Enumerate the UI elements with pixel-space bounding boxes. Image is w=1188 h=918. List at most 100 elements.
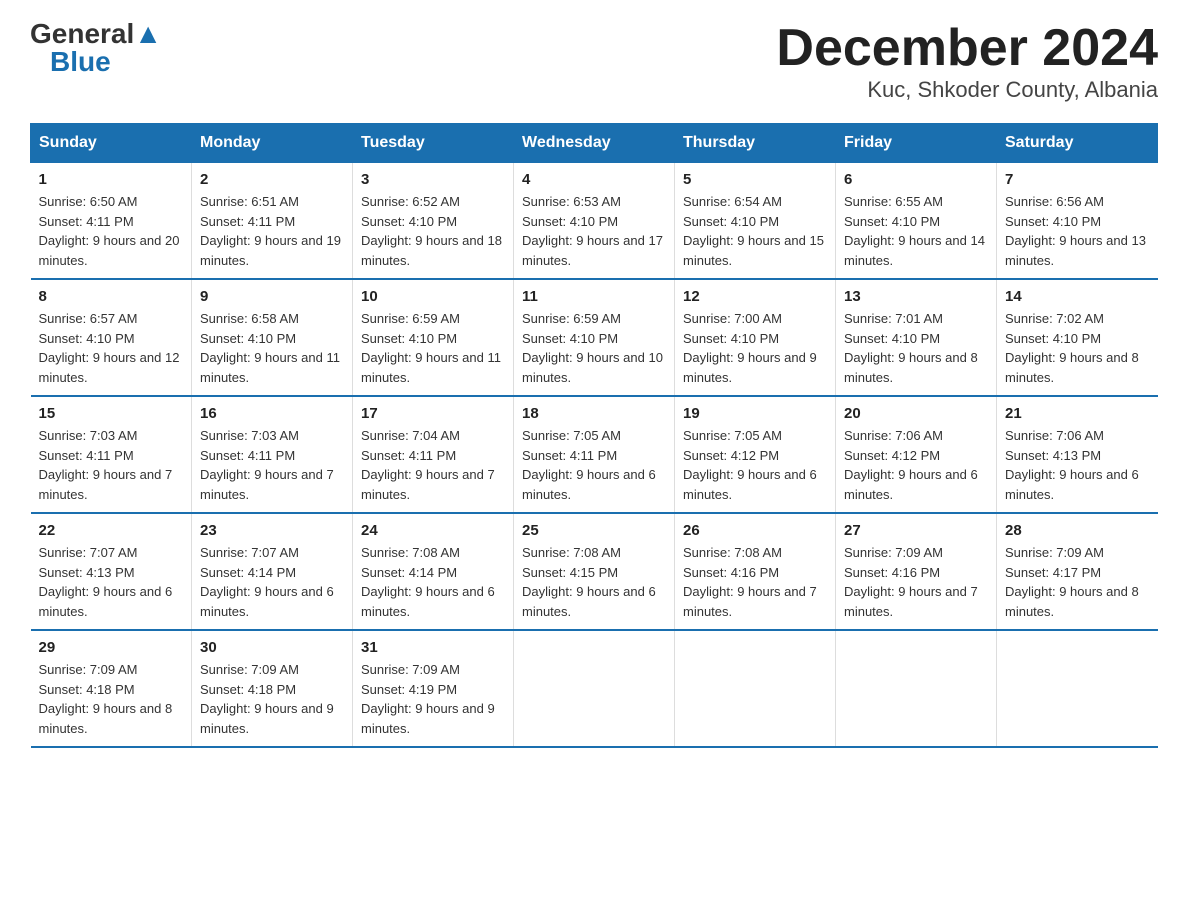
calendar-cell: 23 Sunrise: 7:07 AM Sunset: 4:14 PM Dayl… [192,513,353,630]
day-info: Sunrise: 7:01 AM Sunset: 4:10 PM Dayligh… [844,309,988,387]
day-number: 3 [361,171,505,188]
day-info: Sunrise: 7:05 AM Sunset: 4:12 PM Dayligh… [683,426,827,504]
day-info: Sunrise: 6:59 AM Sunset: 4:10 PM Dayligh… [361,309,505,387]
calendar-cell: 30 Sunrise: 7:09 AM Sunset: 4:18 PM Dayl… [192,630,353,747]
day-number: 15 [39,405,184,422]
calendar-cell: 11 Sunrise: 6:59 AM Sunset: 4:10 PM Dayl… [514,279,675,396]
day-number: 29 [39,639,184,656]
day-number: 24 [361,522,505,539]
calendar-cell: 4 Sunrise: 6:53 AM Sunset: 4:10 PM Dayli… [514,163,675,280]
day-number: 26 [683,522,827,539]
day-info: Sunrise: 7:09 AM Sunset: 4:17 PM Dayligh… [1005,543,1150,621]
page-header: General▲ Blue December 2024 Kuc, Shkoder… [30,20,1158,103]
calendar-cell: 16 Sunrise: 7:03 AM Sunset: 4:11 PM Dayl… [192,396,353,513]
day-number: 2 [200,171,344,188]
calendar-cell: 1 Sunrise: 6:50 AM Sunset: 4:11 PM Dayli… [31,163,192,280]
day-number: 4 [522,171,666,188]
day-number: 12 [683,288,827,305]
logo-blue-text: Blue [50,48,111,76]
day-number: 19 [683,405,827,422]
week-row-2: 8 Sunrise: 6:57 AM Sunset: 4:10 PM Dayli… [31,279,1158,396]
day-info: Sunrise: 7:08 AM Sunset: 4:14 PM Dayligh… [361,543,505,621]
day-number: 17 [361,405,505,422]
day-info: Sunrise: 7:09 AM Sunset: 4:18 PM Dayligh… [39,660,184,738]
day-info: Sunrise: 7:06 AM Sunset: 4:12 PM Dayligh… [844,426,988,504]
calendar-cell: 19 Sunrise: 7:05 AM Sunset: 4:12 PM Dayl… [675,396,836,513]
day-info: Sunrise: 6:50 AM Sunset: 4:11 PM Dayligh… [39,192,184,270]
day-info: Sunrise: 7:09 AM Sunset: 4:19 PM Dayligh… [361,660,505,738]
header-day-saturday: Saturday [997,124,1158,163]
calendar-cell: 29 Sunrise: 7:09 AM Sunset: 4:18 PM Dayl… [31,630,192,747]
calendar-cell: 3 Sunrise: 6:52 AM Sunset: 4:10 PM Dayli… [353,163,514,280]
day-number: 11 [522,288,666,305]
day-number: 1 [39,171,184,188]
day-number: 7 [1005,171,1150,188]
header-day-wednesday: Wednesday [514,124,675,163]
calendar-cell: 21 Sunrise: 7:06 AM Sunset: 4:13 PM Dayl… [997,396,1158,513]
header-day-monday: Monday [192,124,353,163]
calendar-cell [836,630,997,747]
calendar-cell [675,630,836,747]
calendar-cell: 20 Sunrise: 7:06 AM Sunset: 4:12 PM Dayl… [836,396,997,513]
day-info: Sunrise: 7:07 AM Sunset: 4:14 PM Dayligh… [200,543,344,621]
calendar-title: December 2024 [776,20,1158,77]
day-info: Sunrise: 6:55 AM Sunset: 4:10 PM Dayligh… [844,192,988,270]
header-row: SundayMondayTuesdayWednesdayThursdayFrid… [31,124,1158,163]
calendar-table: SundayMondayTuesdayWednesdayThursdayFrid… [30,123,1158,748]
day-info: Sunrise: 7:09 AM Sunset: 4:16 PM Dayligh… [844,543,988,621]
calendar-cell: 7 Sunrise: 6:56 AM Sunset: 4:10 PM Dayli… [997,163,1158,280]
day-info: Sunrise: 7:08 AM Sunset: 4:15 PM Dayligh… [522,543,666,621]
day-info: Sunrise: 6:58 AM Sunset: 4:10 PM Dayligh… [200,309,344,387]
calendar-cell: 15 Sunrise: 7:03 AM Sunset: 4:11 PM Dayl… [31,396,192,513]
calendar-cell: 2 Sunrise: 6:51 AM Sunset: 4:11 PM Dayli… [192,163,353,280]
day-info: Sunrise: 7:06 AM Sunset: 4:13 PM Dayligh… [1005,426,1150,504]
day-info: Sunrise: 6:53 AM Sunset: 4:10 PM Dayligh… [522,192,666,270]
day-number: 14 [1005,288,1150,305]
calendar-cell: 26 Sunrise: 7:08 AM Sunset: 4:16 PM Dayl… [675,513,836,630]
calendar-subtitle: Kuc, Shkoder County, Albania [776,77,1158,103]
day-info: Sunrise: 6:56 AM Sunset: 4:10 PM Dayligh… [1005,192,1150,270]
calendar-cell: 14 Sunrise: 7:02 AM Sunset: 4:10 PM Dayl… [997,279,1158,396]
logo-general-text: General▲ [30,20,162,48]
day-number: 5 [683,171,827,188]
day-number: 25 [522,522,666,539]
calendar-cell: 12 Sunrise: 7:00 AM Sunset: 4:10 PM Dayl… [675,279,836,396]
day-info: Sunrise: 6:54 AM Sunset: 4:10 PM Dayligh… [683,192,827,270]
day-number: 20 [844,405,988,422]
title-block: December 2024 Kuc, Shkoder County, Alban… [776,20,1158,103]
header-day-friday: Friday [836,124,997,163]
calendar-cell: 31 Sunrise: 7:09 AM Sunset: 4:19 PM Dayl… [353,630,514,747]
calendar-cell: 25 Sunrise: 7:08 AM Sunset: 4:15 PM Dayl… [514,513,675,630]
day-info: Sunrise: 7:02 AM Sunset: 4:10 PM Dayligh… [1005,309,1150,387]
day-number: 21 [1005,405,1150,422]
calendar-cell: 8 Sunrise: 6:57 AM Sunset: 4:10 PM Dayli… [31,279,192,396]
day-info: Sunrise: 6:57 AM Sunset: 4:10 PM Dayligh… [39,309,184,387]
calendar-cell: 5 Sunrise: 6:54 AM Sunset: 4:10 PM Dayli… [675,163,836,280]
calendar-cell: 27 Sunrise: 7:09 AM Sunset: 4:16 PM Dayl… [836,513,997,630]
day-number: 22 [39,522,184,539]
day-number: 16 [200,405,344,422]
calendar-cell: 28 Sunrise: 7:09 AM Sunset: 4:17 PM Dayl… [997,513,1158,630]
calendar-cell: 22 Sunrise: 7:07 AM Sunset: 4:13 PM Dayl… [31,513,192,630]
day-info: Sunrise: 6:52 AM Sunset: 4:10 PM Dayligh… [361,192,505,270]
calendar-cell: 13 Sunrise: 7:01 AM Sunset: 4:10 PM Dayl… [836,279,997,396]
calendar-body: 1 Sunrise: 6:50 AM Sunset: 4:11 PM Dayli… [31,163,1158,748]
header-day-sunday: Sunday [31,124,192,163]
calendar-cell: 9 Sunrise: 6:58 AM Sunset: 4:10 PM Dayli… [192,279,353,396]
day-info: Sunrise: 7:04 AM Sunset: 4:11 PM Dayligh… [361,426,505,504]
calendar-cell: 24 Sunrise: 7:08 AM Sunset: 4:14 PM Dayl… [353,513,514,630]
day-number: 6 [844,171,988,188]
day-info: Sunrise: 6:59 AM Sunset: 4:10 PM Dayligh… [522,309,666,387]
day-info: Sunrise: 7:08 AM Sunset: 4:16 PM Dayligh… [683,543,827,621]
day-number: 13 [844,288,988,305]
header-day-thursday: Thursday [675,124,836,163]
day-number: 27 [844,522,988,539]
day-number: 30 [200,639,344,656]
header-day-tuesday: Tuesday [353,124,514,163]
day-number: 9 [200,288,344,305]
day-info: Sunrise: 7:00 AM Sunset: 4:10 PM Dayligh… [683,309,827,387]
day-number: 18 [522,405,666,422]
calendar-cell [997,630,1158,747]
day-info: Sunrise: 7:03 AM Sunset: 4:11 PM Dayligh… [200,426,344,504]
day-info: Sunrise: 6:51 AM Sunset: 4:11 PM Dayligh… [200,192,344,270]
